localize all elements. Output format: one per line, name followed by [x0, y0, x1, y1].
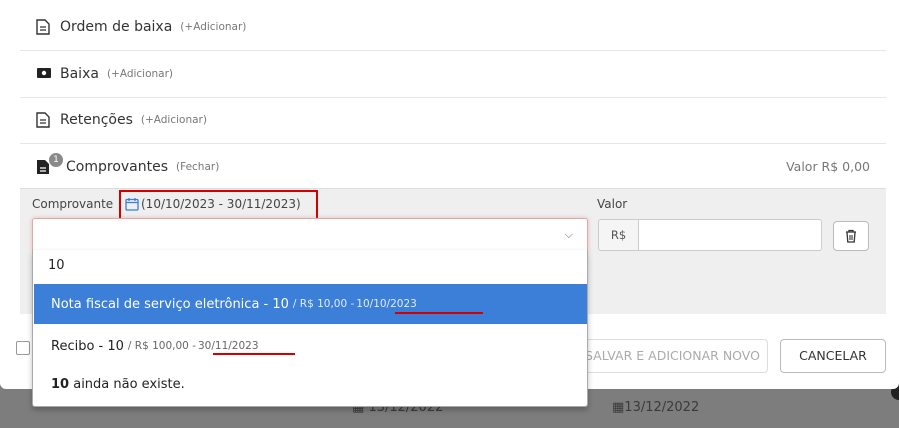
valor-label: Valor: [597, 197, 628, 211]
comprovante-select[interactable]: ⌵: [32, 218, 588, 252]
currency-prefix: R$: [598, 219, 638, 251]
section-ordem-de-baixa: Ordem de baixa (+Adicionar): [20, 4, 886, 51]
option-date: 30/11/2023: [197, 340, 259, 352]
section-baixa: Baixa (+Adicionar): [20, 51, 886, 98]
section-title: Retenções: [60, 112, 133, 128]
section-title: Comprovantes: [66, 158, 169, 175]
section-retencoes: Retenções (+Adicionar): [20, 97, 886, 144]
comprovante-dropdown: 10 Nota fiscal de serviço eletrônica - 1…: [32, 250, 588, 407]
add-ordem-de-baixa-link[interactable]: (+Adicionar): [180, 21, 246, 33]
annotation-underline: [395, 312, 483, 314]
calendar-icon: ▦: [612, 400, 625, 415]
option-date: 10/10/2023: [356, 298, 417, 310]
trash-icon: [845, 229, 857, 243]
comprovante-label: Comprovante: [32, 197, 114, 211]
not-exists-text: ainda não existe.: [69, 376, 185, 392]
delete-button[interactable]: [833, 221, 869, 251]
background-date-right: ▦13/12/2022: [612, 400, 700, 415]
option-meta: / R$ 100,00 -: [127, 340, 196, 352]
close-comprovantes-link[interactable]: (Fechar): [176, 161, 219, 173]
annotation-highlight-box: [119, 190, 318, 220]
dropdown-option[interactable]: Nota fiscal de serviço eletrônica - 10 /…: [34, 284, 587, 324]
section-title: Baixa: [60, 66, 99, 82]
option-name: Recibo - 10: [51, 338, 124, 354]
dropdown-option[interactable]: Recibo - 10 / R$ 100,00 - 30/11/2023: [34, 326, 587, 366]
count-badge: 1: [49, 153, 63, 167]
option-name: Nota fiscal de serviço eletrônica - 10: [51, 296, 289, 312]
cash-icon: [36, 66, 52, 82]
save-and-add-new-button[interactable]: SALVAR E ADICIONAR NOVO: [570, 339, 768, 373]
valor-input[interactable]: [638, 219, 822, 251]
new-value-text: 10: [51, 376, 70, 392]
section-title: Ordem de baixa: [60, 19, 173, 35]
chevron-down-icon: ⌵: [564, 228, 573, 241]
document-icon: [36, 112, 52, 128]
option-meta: / R$ 10,00 -: [292, 298, 355, 310]
annotation-underline: [213, 353, 295, 355]
dropdown-search-input[interactable]: 10: [48, 258, 65, 273]
add-new-checkbox[interactable]: [16, 341, 30, 355]
cancel-button[interactable]: CANCELAR: [780, 339, 886, 373]
add-baixa-link[interactable]: (+Adicionar): [107, 68, 173, 80]
add-retencoes-link[interactable]: (+Adicionar): [141, 114, 207, 126]
total-value: Valor R$ 0,00: [786, 159, 870, 174]
section-comprovantes: Comprovantes (Fechar) Valor R$ 0,00: [20, 143, 886, 190]
document-icon: [36, 19, 52, 35]
dropdown-create-option[interactable]: 10 ainda não existe.: [34, 364, 587, 404]
